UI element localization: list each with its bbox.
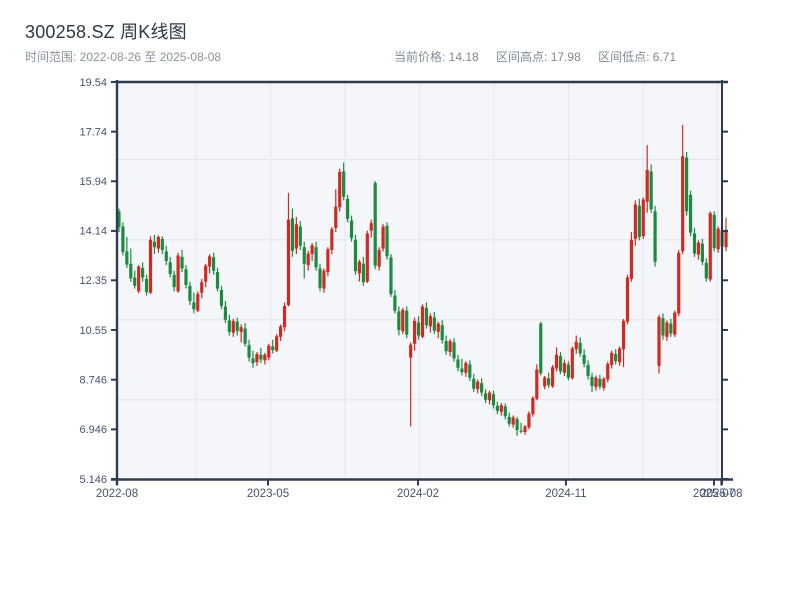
kline-chart: 19.54 17.74 15.94 14.14 12.35 10.55 8.746 6.946… [79,77,742,500]
y-tick-label: 17.74 [79,126,107,138]
page-title: 300258.SZ 周K线图 [25,22,187,42]
y-tick-label: 8.746 [79,375,107,387]
current-price-label: 当前价格: 14.18 [394,50,479,64]
x-tick-label: 2024-11 [545,488,586,500]
sub-header-row: 时间范围: 2022-08-26 至 2025-08-08 当前价格: 14.1… [0,48,800,66]
x-tick-label: 2022-08 [96,488,138,500]
x-tick-label: 2025-08 [700,488,742,500]
x-tick-label: 2023-05 [247,488,289,500]
y-tick-label: 10.55 [79,325,107,337]
price-info-line: 当前价格: 14.18 区间高点: 17.98 区间低点: 6.71 [394,48,690,65]
y-tick-label: 15.94 [79,176,107,188]
x-tick-label: 2024-02 [397,488,439,500]
y-tick-label: 5.146 [79,474,107,486]
y-tick-label: 14.14 [79,226,107,238]
y-tick-label: 19.54 [79,77,107,89]
y-tick-label: 6.946 [79,424,107,436]
range-high-label: 区间高点: 17.98 [496,50,581,64]
date-range-label: 时间范围: 2022-08-26 至 2025-08-08 [25,50,222,64]
range-low-label: 区间低点: 6.71 [598,50,677,64]
kline-chart-container: 19.54 17.74 15.94 14.14 12.35 10.55 8.746 6.946… [0,0,800,600]
y-tick-label: 12.35 [79,275,107,287]
